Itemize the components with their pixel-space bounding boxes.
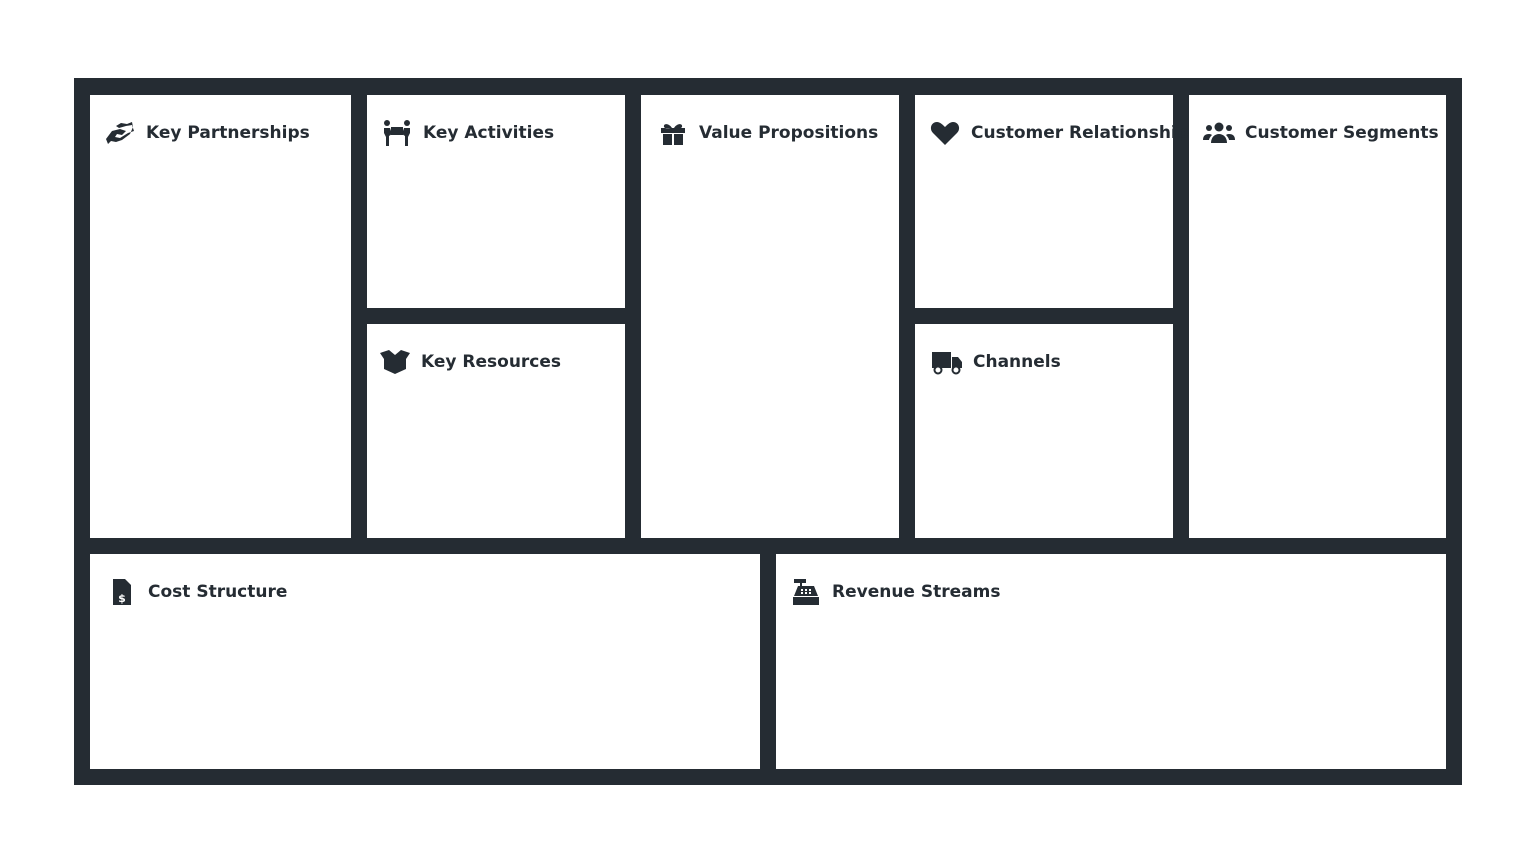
- svg-text:$: $: [118, 592, 126, 605]
- gift-icon: [661, 124, 685, 145]
- block-key-resources[interactable]: Key Resources: [367, 324, 625, 538]
- block-title: Value Propositions: [699, 123, 879, 143]
- block-title: Key Activities: [423, 123, 555, 143]
- block-title: Revenue Streams: [832, 582, 1001, 602]
- block-channels[interactable]: Channels: [915, 324, 1173, 538]
- block-value-propositions[interactable]: Value Propositions: [641, 95, 899, 538]
- block-title: Customer Segments: [1245, 123, 1439, 143]
- block-title: Cost Structure: [148, 582, 288, 602]
- block-key-activities[interactable]: Key Activities: [367, 95, 625, 308]
- block-customer-relationships[interactable]: Customer Relationships: [915, 95, 1199, 308]
- block-cost-structure[interactable]: $ Cost Structure: [90, 554, 760, 769]
- block-revenue-streams[interactable]: Revenue Streams: [776, 554, 1446, 769]
- open-box-icon: [380, 350, 410, 374]
- cash-register-icon: [793, 579, 819, 605]
- block-title: Key Partnerships: [146, 123, 310, 143]
- block-title: Channels: [973, 352, 1061, 372]
- business-model-canvas: Key Partnerships Key Activities Key Reso…: [74, 78, 1462, 785]
- truck-icon: [932, 352, 962, 375]
- handshake-icon: [106, 122, 134, 144]
- block-title: Customer Relationships: [971, 123, 1200, 143]
- block-title: Key Resources: [421, 352, 562, 372]
- invoice-dollar-icon: $: [113, 579, 131, 605]
- block-key-partnerships[interactable]: Key Partnerships: [90, 95, 351, 538]
- heart-icon: [930, 122, 960, 145]
- users-icon: [1203, 122, 1235, 143]
- people-carry-icon: [384, 120, 410, 146]
- block-customer-segments[interactable]: Customer Segments: [1189, 95, 1446, 538]
